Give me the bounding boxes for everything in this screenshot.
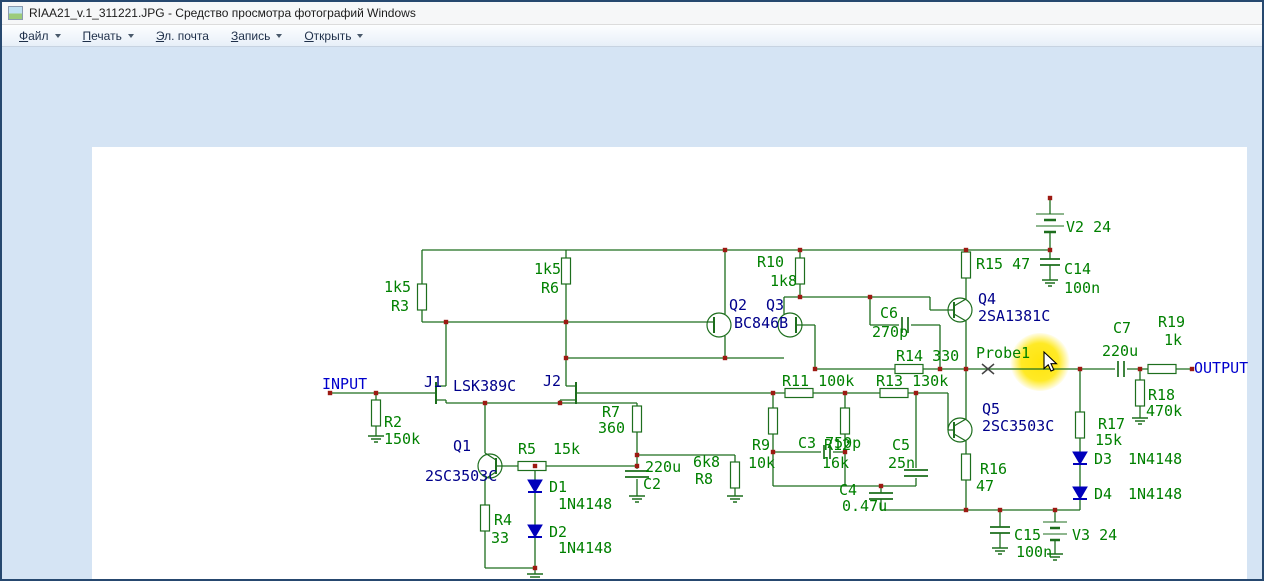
chevron-down-icon [54,33,61,38]
photo-canvas [92,147,1247,581]
menu-open[interactable]: Открыть [293,27,374,45]
menu-open-label: Открыть [304,28,352,43]
menu-bar: Файл Печать Эл. почта Запись Открыть [2,25,1262,47]
menu-burn-label: Запись [230,28,271,43]
menu-email-label: Эл. почта [155,28,209,43]
menu-print-label: Печать [82,28,122,43]
menu-file-label: Файл [19,28,49,43]
title-bar: RIAA21_v.1_311221.JPG - Средство просмот… [2,2,1262,25]
chevron-down-icon [276,33,283,38]
menu-print[interactable]: Печать [72,27,145,45]
menu-email[interactable]: Эл. почта [145,27,220,45]
chevron-down-icon [357,33,364,38]
window-title: RIAA21_v.1_311221.JPG - Средство просмот… [29,6,416,20]
menu-burn[interactable]: Запись [220,27,293,45]
menu-file[interactable]: Файл [8,27,72,45]
photo-viewer-icon [8,6,23,20]
chevron-down-icon [127,33,134,38]
highlight-overlay [1010,333,1070,391]
